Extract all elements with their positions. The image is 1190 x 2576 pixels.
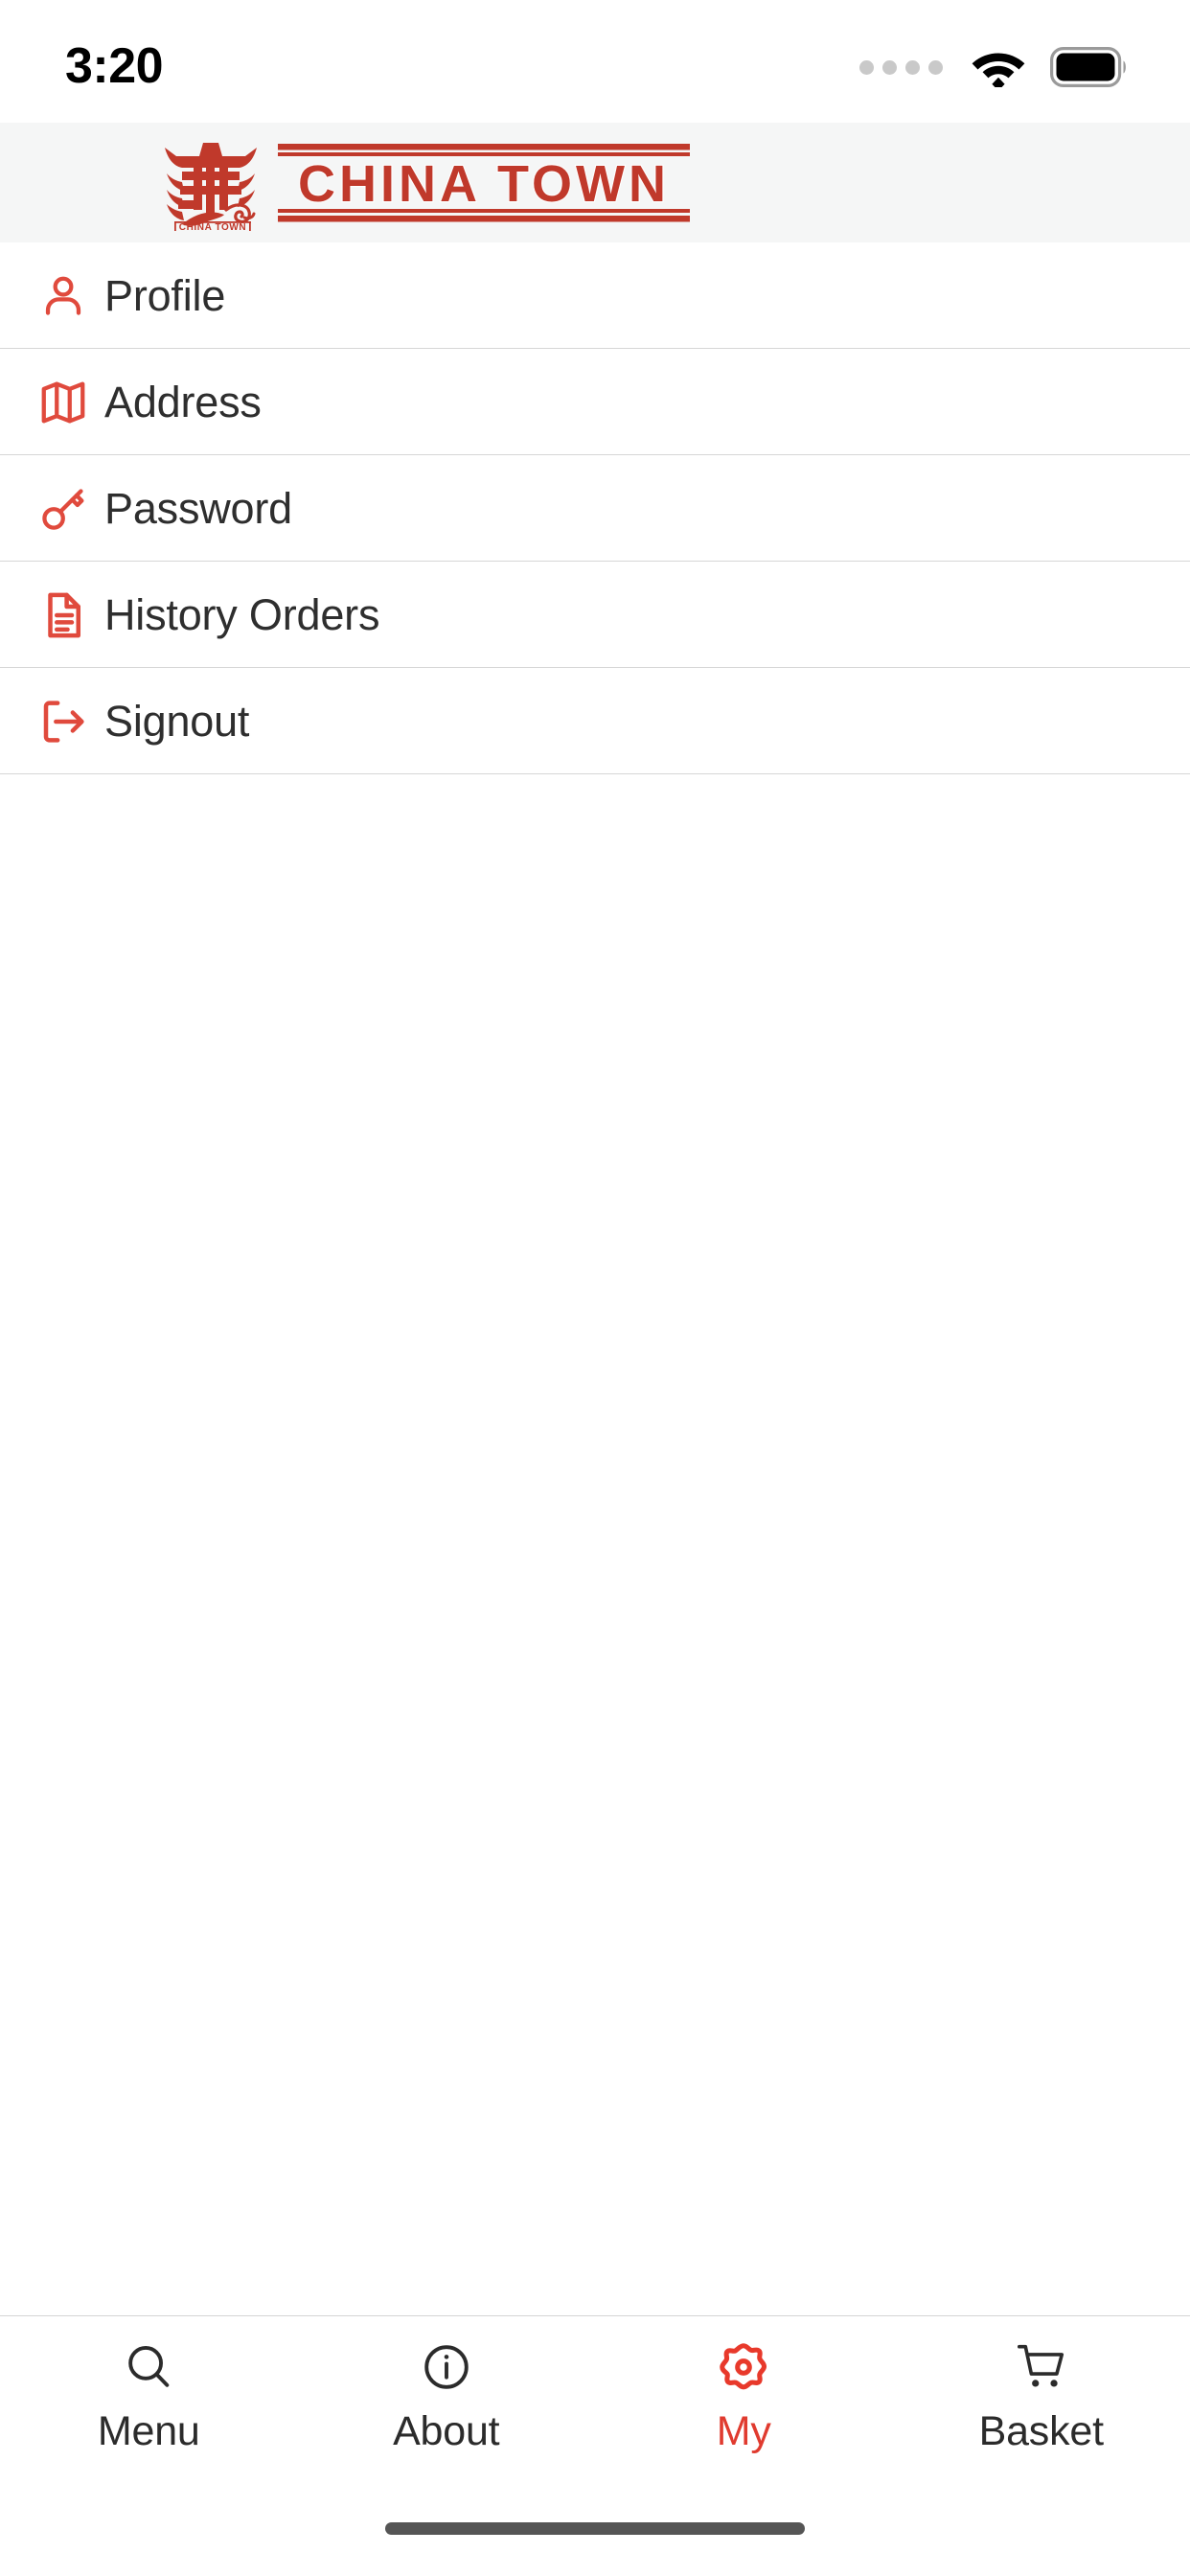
home-indicator-area: [0, 2515, 1190, 2576]
battery-full-icon: [1050, 47, 1126, 87]
tab-label: About: [393, 2408, 500, 2454]
logout-icon: [25, 696, 102, 748]
gear-icon: [716, 2337, 771, 2397]
tab-my[interactable]: My: [595, 2316, 893, 2455]
menu-item-address[interactable]: Address: [0, 349, 1190, 455]
account-menu-list: Profile Address Password History Orders …: [0, 242, 1190, 2315]
document-icon: [25, 589, 102, 641]
tab-label: Menu: [97, 2408, 200, 2454]
shopping-cart-icon: [1013, 2337, 1070, 2397]
app-header: CHINA TOWN CHINA TOWN: [0, 123, 1190, 242]
china-town-logo: CHINA TOWN CHINA TOWN: [153, 123, 690, 242]
search-icon: [121, 2337, 176, 2397]
home-indicator[interactable]: [385, 2522, 805, 2535]
pagoda-logo-icon: CHINA TOWN: [165, 142, 257, 231]
menu-item-profile[interactable]: Profile: [0, 242, 1190, 349]
bottom-tab-bar: Menu About My Basket: [0, 2315, 1190, 2515]
key-icon: [25, 483, 102, 535]
china-town-wordmark: CHINA TOWN: [278, 144, 690, 222]
status-bar: 3:20: [0, 0, 1190, 123]
app-screen: 3:20 CHINA TOWN CHINA TOWN Profile Addre…: [0, 0, 1190, 2576]
wifi-icon: [972, 53, 1025, 87]
tab-about[interactable]: About: [298, 2316, 596, 2455]
tab-menu[interactable]: Menu: [0, 2316, 298, 2455]
menu-item-label: Profile: [104, 270, 226, 320]
status-bar-indicators: [859, 35, 1127, 87]
tab-label: My: [716, 2408, 771, 2454]
wordmark-text: CHINA TOWN: [298, 155, 670, 213]
menu-item-signout[interactable]: Signout: [0, 668, 1190, 774]
menu-item-history-orders[interactable]: History Orders: [0, 562, 1190, 668]
menu-item-label: Address: [104, 377, 262, 426]
tab-basket[interactable]: Basket: [893, 2316, 1190, 2455]
menu-item-label: Signout: [104, 696, 250, 746]
map-icon: [25, 377, 102, 428]
info-circle-icon: [419, 2337, 474, 2397]
menu-item-password[interactable]: Password: [0, 455, 1190, 562]
logo-caption: CHINA TOWN: [179, 222, 246, 231]
status-bar-time: 3:20: [65, 38, 164, 94]
signal-dots-icon: [859, 59, 943, 75]
menu-item-label: History Orders: [104, 589, 380, 639]
tab-label: Basket: [978, 2408, 1104, 2454]
menu-item-label: Password: [104, 483, 292, 533]
user-icon: [25, 270, 102, 322]
